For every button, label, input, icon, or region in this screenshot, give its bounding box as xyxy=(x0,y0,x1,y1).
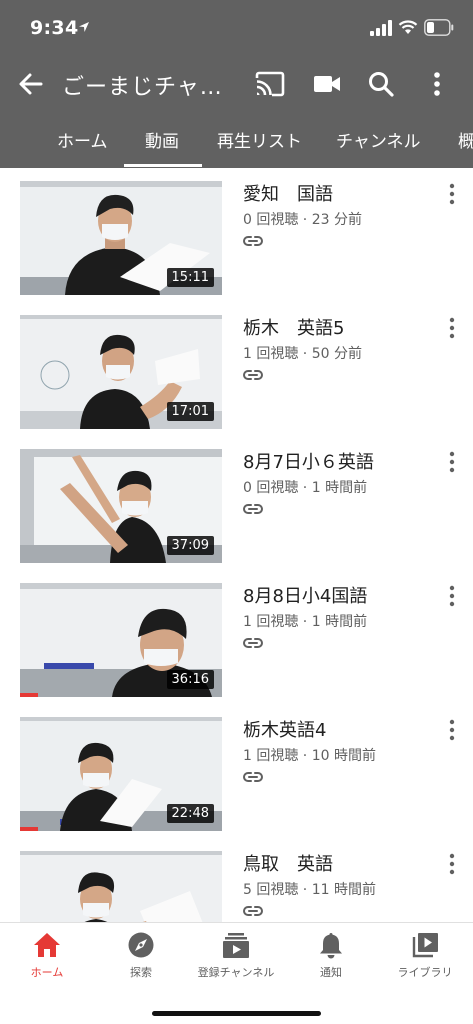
nav-label: 通知 xyxy=(320,966,342,979)
app-bar: ごーまじチャ… xyxy=(0,56,473,112)
tab-videos[interactable]: 動画 xyxy=(145,127,179,152)
status-time: 9:34 xyxy=(30,17,79,39)
bell-icon xyxy=(320,933,342,959)
link-icon xyxy=(243,906,263,916)
video-duration: 22:48 xyxy=(166,804,214,823)
cast-icon xyxy=(255,71,285,97)
tab-home[interactable]: ホーム xyxy=(57,127,108,152)
video-item[interactable]: 37:09 8月7日小６英語 0 回視聴 · 1 時間前 xyxy=(0,436,473,570)
more-vert-icon[interactable] xyxy=(442,584,462,608)
more-vert-icon[interactable] xyxy=(442,852,462,876)
video-camera-icon xyxy=(314,76,340,92)
video-title[interactable]: 8月8日小4国語 xyxy=(243,582,367,608)
nav-label: 登録チャンネル xyxy=(197,966,275,979)
tab-playlists[interactable]: 再生リスト xyxy=(217,127,302,152)
video-item[interactable]: 鳥取 英語 5 回視聴 · 11 時間前 xyxy=(0,838,473,922)
video-duration: 37:09 xyxy=(166,536,214,555)
cellular-signal-icon xyxy=(370,20,392,36)
video-thumbnail[interactable]: 17:01 xyxy=(20,315,222,429)
location-arrow-icon xyxy=(79,22,89,32)
home-indicator xyxy=(152,1011,321,1016)
nav-label: 探索 xyxy=(130,966,152,979)
cast-button[interactable] xyxy=(253,67,287,101)
video-item[interactable]: 15:11 愛知 国語 0 回視聴 · 23 分前 xyxy=(0,168,473,302)
video-meta: 1 回視聴 · 1 時間前 xyxy=(243,614,368,630)
watch-progress-bar xyxy=(20,827,39,831)
bottom-navigation: ホーム 探索 登録チャンネル 通知 ライブラリ xyxy=(0,922,473,1024)
library-icon xyxy=(412,933,438,958)
video-meta: 5 回視聴 · 11 時間前 xyxy=(243,882,376,898)
more-vert-icon[interactable] xyxy=(442,718,462,742)
back-button[interactable] xyxy=(14,67,48,101)
video-thumbnail[interactable]: 22:48 xyxy=(20,717,222,831)
link-icon xyxy=(243,236,263,246)
video-meta: 0 回視聴 · 23 分前 xyxy=(243,212,362,228)
video-title[interactable]: 栃木 英語5 xyxy=(243,314,344,340)
video-title[interactable]: 8月7日小６英語 xyxy=(243,448,374,474)
video-meta: 1 回視聴 · 10 時間前 xyxy=(243,748,376,764)
more-options-button[interactable] xyxy=(420,67,454,101)
search-icon xyxy=(369,72,394,97)
upload-video-button[interactable] xyxy=(310,67,344,101)
active-tab-indicator xyxy=(124,164,202,167)
link-icon xyxy=(243,504,263,514)
nav-subscriptions[interactable]: 登録チャンネル xyxy=(189,931,283,987)
more-vert-icon[interactable] xyxy=(442,450,462,474)
link-icon xyxy=(243,638,263,648)
channel-tabs: ホーム 動画 再生リスト チャンネル 概 xyxy=(0,112,473,168)
more-vert-icon[interactable] xyxy=(442,182,462,206)
video-thumbnail[interactable]: 36:16 xyxy=(20,583,222,697)
tab-channels[interactable]: チャンネル xyxy=(336,127,421,152)
video-title[interactable]: 鳥取 英語 xyxy=(243,850,333,876)
nav-label: ホーム xyxy=(30,966,64,979)
search-button[interactable] xyxy=(364,67,398,101)
video-item[interactable]: 22:48 栃木英語4 1 回視聴 · 10 時間前 xyxy=(0,704,473,838)
video-thumbnail[interactable]: 15:11 xyxy=(20,181,222,295)
video-thumbnail[interactable]: 37:09 xyxy=(20,449,222,563)
video-duration: 17:01 xyxy=(166,402,214,421)
video-list: 15:11 愛知 国語 0 回視聴 · 23 分前 17:01 栃木 英語5 1… xyxy=(0,168,473,922)
video-thumbnail[interactable] xyxy=(20,851,222,922)
video-duration: 15:11 xyxy=(166,268,214,287)
channel-title: ごーまじチャ… xyxy=(62,75,223,100)
nav-label: ライブラリ xyxy=(397,966,453,979)
video-meta: 0 回視聴 · 1 時間前 xyxy=(243,480,368,496)
video-meta: 1 回視聴 · 50 分前 xyxy=(243,346,362,362)
video-title[interactable]: 栃木英語4 xyxy=(243,716,326,742)
video-item[interactable]: 36:16 8月8日小4国語 1 回視聴 · 1 時間前 xyxy=(0,570,473,704)
home-icon xyxy=(34,933,60,957)
link-icon xyxy=(243,772,263,782)
watch-progress-bar xyxy=(20,693,39,697)
more-vert-icon xyxy=(434,72,440,96)
battery-icon xyxy=(424,19,454,36)
thumbnail-image xyxy=(20,851,222,922)
link-icon xyxy=(243,370,263,380)
tab-about[interactable]: 概 xyxy=(458,127,473,152)
subscriptions-icon xyxy=(223,933,249,958)
compass-icon xyxy=(128,932,154,958)
nav-home[interactable]: ホーム xyxy=(0,931,94,987)
nav-library[interactable]: ライブラリ xyxy=(378,931,472,987)
status-bar: 9:34 xyxy=(0,0,473,56)
back-arrow-icon xyxy=(19,73,43,95)
video-duration: 36:16 xyxy=(166,670,214,689)
nav-explore[interactable]: 探索 xyxy=(94,931,188,987)
video-item[interactable]: 17:01 栃木 英語5 1 回視聴 · 50 分前 xyxy=(0,302,473,436)
nav-notifications[interactable]: 通知 xyxy=(284,931,378,987)
more-vert-icon[interactable] xyxy=(442,316,462,340)
video-title[interactable]: 愛知 国語 xyxy=(243,180,333,206)
wifi-icon xyxy=(398,20,418,34)
